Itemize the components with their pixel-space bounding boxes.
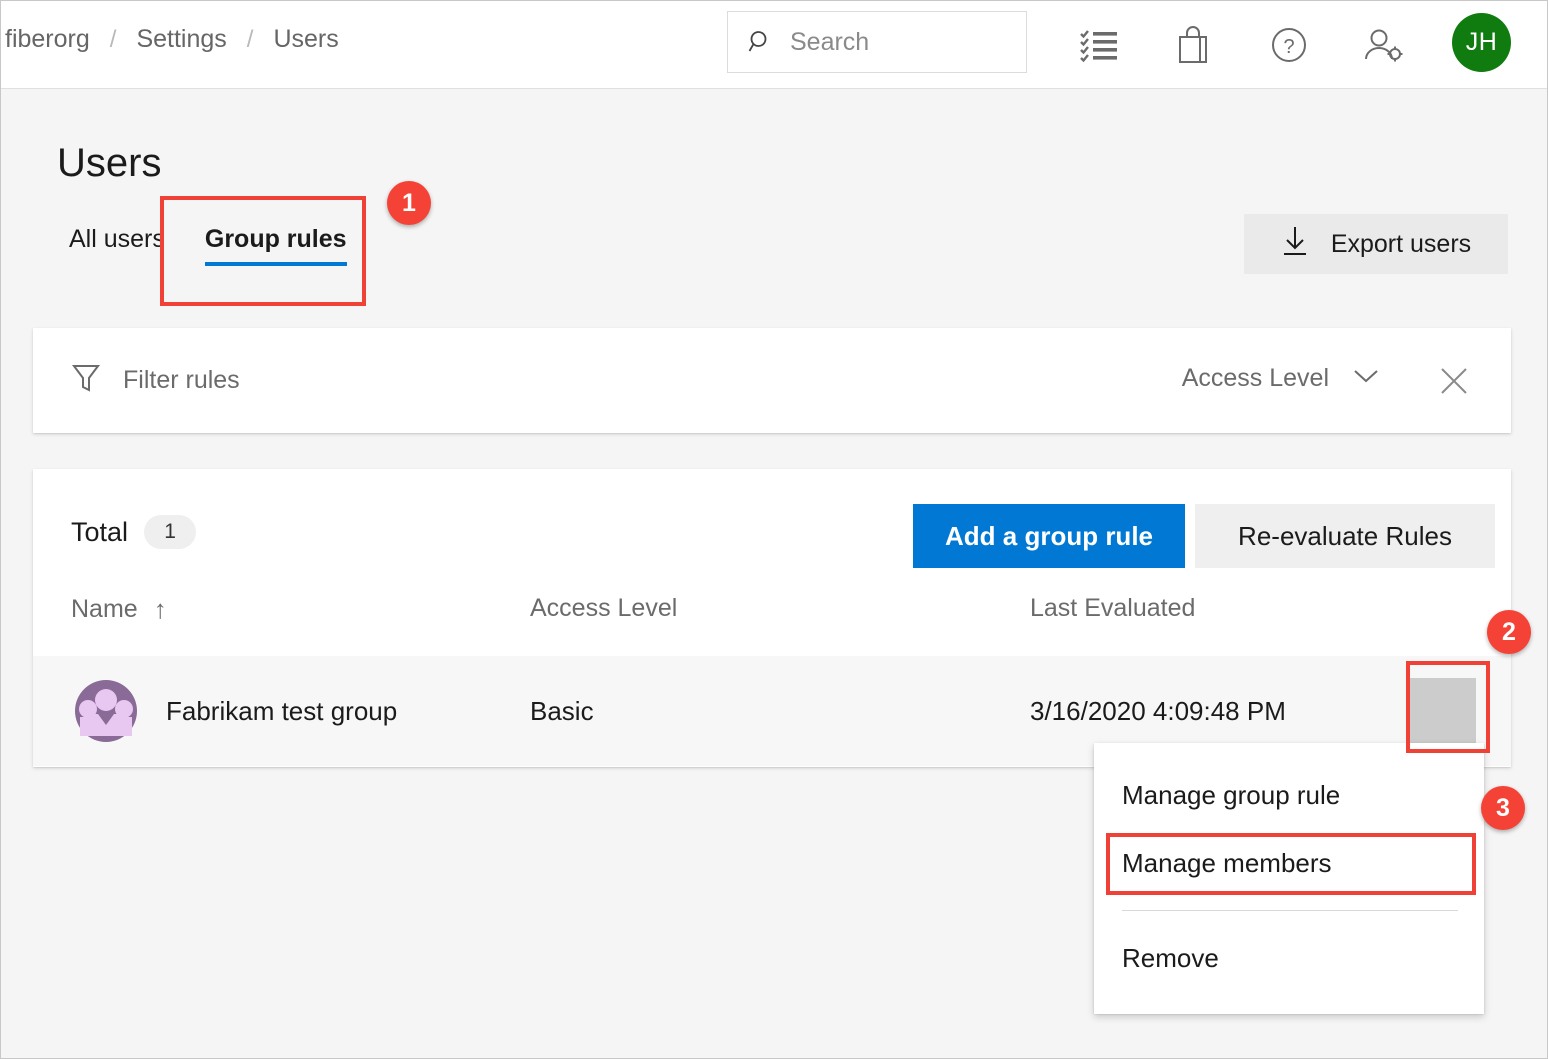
breadcrumb-separator: /	[109, 25, 117, 53]
close-icon	[1437, 364, 1471, 403]
row-context-menu: Manage group rule Manage members Remove	[1094, 743, 1484, 1014]
column-header-name[interactable]: Name ↑	[71, 594, 167, 625]
search-icon	[748, 29, 774, 55]
column-header-access-level-label: Access Level	[530, 594, 678, 622]
total-label: Total	[71, 516, 129, 547]
filter-bar: Access Level	[33, 328, 1511, 433]
sort-ascending-icon: ↑	[153, 594, 167, 624]
tab-all-users[interactable]: All users	[49, 219, 185, 272]
avatar-initials: JH	[1465, 28, 1498, 56]
column-header-access-level: Access Level	[530, 594, 677, 623]
menu-divider	[1122, 910, 1458, 911]
re-evaluate-rules-label: Re-evaluate Rules	[1238, 520, 1452, 551]
tab-group-rules-label: Group rules	[204, 225, 347, 253]
callout-badge-3: 3	[1481, 786, 1525, 830]
filter-input-group	[71, 362, 545, 399]
re-evaluate-rules-button[interactable]: Re-evaluate Rules	[1195, 504, 1495, 568]
group-avatar-icon	[73, 678, 139, 744]
breadcrumb-item-users[interactable]: Users	[261, 25, 350, 54]
download-icon	[1281, 225, 1309, 264]
add-group-rule-label: Add a group rule	[945, 520, 1153, 551]
user-settings-icon[interactable]	[1356, 17, 1412, 73]
breadcrumb-separator: /	[246, 25, 254, 53]
funnel-icon	[71, 362, 101, 399]
chevron-down-icon	[1351, 364, 1381, 393]
avatar[interactable]: JH	[1452, 13, 1511, 72]
menu-item-manage-group-rule-label: Manage group rule	[1122, 779, 1341, 810]
total-count-badge: 1	[144, 515, 197, 549]
menu-item-remove[interactable]: Remove	[1094, 924, 1484, 992]
export-users-label: Export users	[1330, 229, 1472, 258]
search-box[interactable]	[727, 11, 1027, 73]
menu-item-manage-group-rule[interactable]: Manage group rule	[1094, 761, 1484, 829]
task-list-icon[interactable]	[1071, 17, 1127, 73]
page-title: Users	[57, 141, 162, 185]
top-navigation-bar: fiberorg / Settings / Users Search ? JH	[1, 1, 1547, 89]
svg-text:?: ?	[1283, 36, 1294, 58]
tab-group-rules[interactable]: Group rules	[185, 219, 367, 272]
row-more-menu-button[interactable]	[1410, 678, 1476, 744]
clear-filter-button[interactable]	[1435, 364, 1473, 402]
row-access-level: Basic	[530, 695, 594, 726]
filter-rules-input[interactable]	[121, 365, 545, 396]
menu-item-remove-label: Remove	[1122, 942, 1219, 973]
row-last-evaluated: 3/16/2020 4:09:48 PM	[1030, 695, 1286, 726]
search-input[interactable]	[788, 26, 992, 58]
callout-badge-1: 1	[387, 181, 431, 225]
add-group-rule-button[interactable]: Add a group rule	[913, 504, 1185, 568]
access-level-dropdown[interactable]: Access Level	[1182, 364, 1381, 393]
breadcrumb: fiberorg / Settings / Users	[1, 25, 351, 54]
tab-list: All users Group rules	[49, 219, 367, 272]
column-header-last-evaluated-label: Last Evaluated	[1030, 594, 1196, 622]
tab-all-users-label: All users	[69, 225, 165, 253]
access-level-dropdown-label: Access Level	[1181, 364, 1329, 392]
breadcrumb-item-settings[interactable]: Settings	[124, 25, 238, 54]
column-header-last-evaluated: Last Evaluated	[1030, 594, 1195, 623]
active-tab-underline	[204, 262, 347, 266]
menu-item-manage-members[interactable]: Manage members	[1094, 829, 1484, 897]
export-users-button[interactable]: Export users	[1244, 214, 1508, 274]
users-settings-page: fiberorg / Settings / Users Search ? JH …	[0, 0, 1548, 1059]
callout-badge-2: 2	[1487, 610, 1531, 654]
menu-item-manage-members-label: Manage members	[1122, 847, 1332, 878]
total-summary: Total 1	[71, 515, 197, 549]
marketplace-bag-icon[interactable]	[1165, 17, 1221, 73]
column-header-name-label: Name	[71, 595, 138, 623]
table-column-headers: Name ↑ Access Level Last Evaluated	[33, 594, 1511, 656]
row-group-name: Fabrikam test group	[166, 695, 398, 726]
help-question-icon[interactable]: ?	[1261, 17, 1317, 73]
group-rules-table-card: Total 1 Add a group rule Re-evaluate Rul…	[33, 469, 1511, 767]
breadcrumb-item-org[interactable]: fiberorg	[1, 25, 102, 54]
